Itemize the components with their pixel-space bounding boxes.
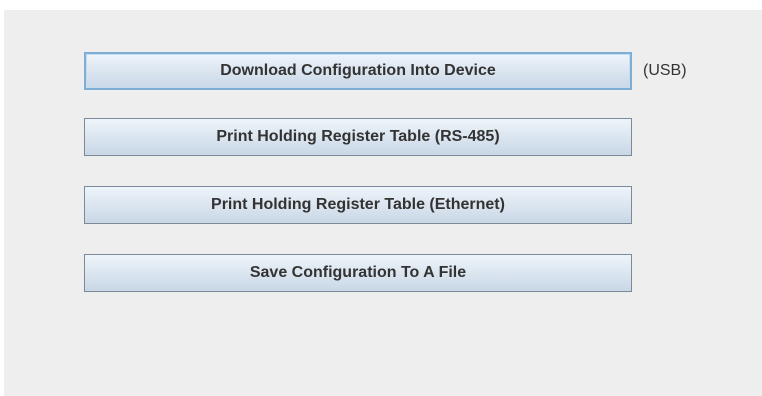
- download-configuration-button[interactable]: Download Configuration Into Device: [84, 52, 632, 90]
- configuration-actions-panel: Download Configuration Into Device (USB)…: [4, 10, 762, 396]
- print-ethernet-table-button[interactable]: Print Holding Register Table (Ethernet): [84, 186, 632, 224]
- save-configuration-button[interactable]: Save Configuration To A File: [84, 254, 632, 292]
- usb-connection-label: (USB): [643, 62, 687, 79]
- print-rs485-table-button[interactable]: Print Holding Register Table (RS-485): [84, 118, 632, 156]
